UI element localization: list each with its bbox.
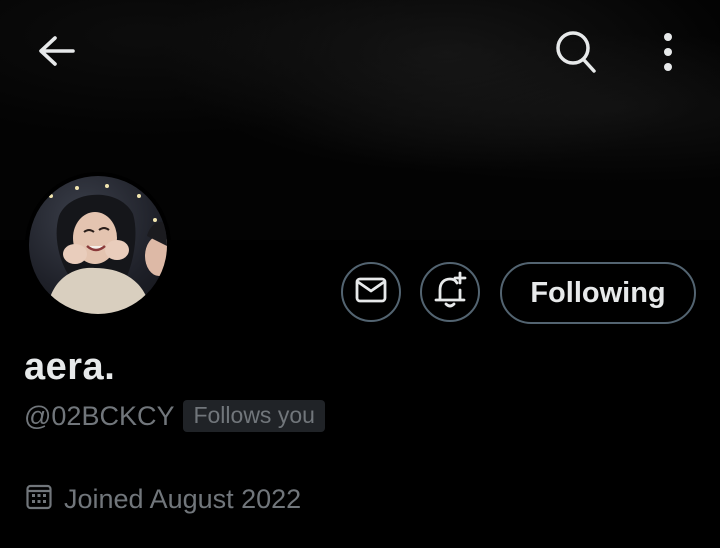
display-name: aera. — [24, 346, 116, 388]
user-handle: @02BCKCY — [24, 400, 175, 431]
joined-date: Joined August 2022 — [64, 484, 302, 514]
avatar[interactable] — [25, 172, 171, 318]
bell-plus-icon — [430, 270, 470, 315]
more-button[interactable] — [646, 26, 690, 82]
avatar-photo — [29, 176, 167, 314]
handle-row: @02BCKCY Follows you — [24, 400, 325, 432]
message-button[interactable] — [341, 262, 401, 322]
mail-icon — [355, 276, 387, 309]
arrow-left-icon — [37, 35, 75, 72]
follows-you-badge: Follows you — [183, 400, 325, 432]
more-vertical-icon — [662, 32, 674, 77]
calendar-icon — [26, 484, 52, 515]
search-button[interactable] — [548, 26, 604, 82]
back-button[interactable] — [30, 30, 82, 76]
following-button[interactable]: Following — [500, 262, 696, 324]
notifications-button[interactable] — [420, 262, 480, 322]
search-icon — [554, 29, 598, 80]
following-button-label: Following — [530, 276, 666, 309]
joined-date-row: Joined August 2022 — [26, 484, 301, 515]
